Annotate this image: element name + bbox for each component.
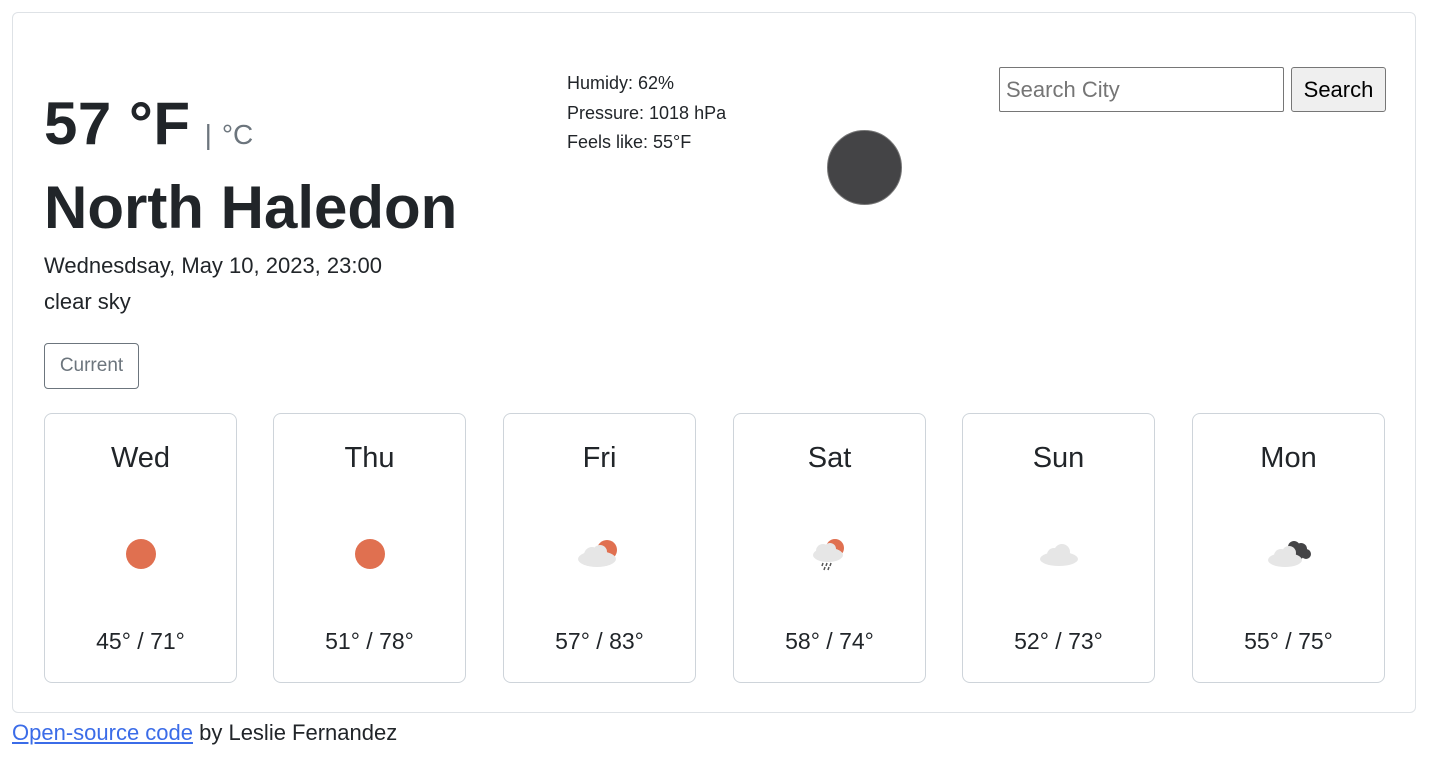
forecast-temp-range: 57° / 83°: [555, 628, 644, 654]
moon-icon: [827, 130, 902, 205]
search-button[interactable]: Search: [1291, 67, 1386, 112]
sun-icon: [354, 539, 385, 569]
open-source-link[interactable]: Open-source code: [12, 720, 193, 745]
forecast-card-sun: Sun 52° / 73°: [962, 413, 1155, 683]
cloud-icon: [1039, 544, 1078, 566]
forecast-temp-range: 51° / 78°: [325, 628, 414, 654]
forecast-day-label: Mon: [1260, 442, 1317, 474]
city-name: North Haledon: [44, 174, 458, 241]
forecast-temp-range: 55° / 75°: [1244, 628, 1333, 654]
forecast-temp-range: 52° / 73°: [1014, 628, 1103, 654]
weather-app-card: 57 °F | °C North Haledon Wednesdsay, May…: [12, 12, 1416, 713]
weather-stats: Humidy: 62% Pressure: 1018 hPa Feels lik…: [567, 69, 726, 158]
current-location-button[interactable]: Current: [44, 343, 139, 389]
forecast-card-wed: Wed 45° / 71°: [44, 413, 237, 683]
forecast-day-label: Thu: [344, 442, 395, 474]
rain-sun-cloud-icon: [812, 539, 844, 571]
footer-author-text: by Leslie Fernandez: [193, 720, 398, 745]
forecast-day-label: Sat: [807, 442, 852, 474]
forecast-row: Wed 45° / 71° Thu 51° / 78° Fri 57° / 83…: [44, 413, 1386, 683]
unit-separator: |: [204, 119, 212, 150]
humidity-text: Humidy: 62%: [567, 73, 675, 93]
broken-clouds-icon: [1267, 541, 1311, 567]
forecast-day-label: Wed: [110, 442, 171, 474]
search-city-input[interactable]: [999, 67, 1284, 112]
forecast-card-fri: Fri 57° / 83°: [503, 413, 696, 683]
partly-cloudy-icon: [577, 540, 617, 567]
forecast-card-sat: Sat 58° / 74°: [733, 413, 926, 683]
pressure-text: Pressure: 1018 hPa: [567, 102, 727, 123]
forecast-temp-range: 58° / 74°: [785, 628, 874, 654]
current-temperature: 57 °F: [44, 90, 191, 157]
current-date: Wednesdsay, May 10, 2023, 23:00: [44, 253, 382, 278]
sun-icon: [125, 539, 156, 569]
forecast-temp-range: 45° / 71°: [96, 628, 185, 654]
forecast-card-mon: Mon 55° / 75°: [1192, 413, 1385, 683]
weather-description: clear sky: [44, 289, 131, 314]
feels-like-text: Feels like: 55°F: [567, 132, 692, 152]
forecast-day-label: Fri: [582, 442, 617, 474]
temperature-row: 57 °F | °C: [44, 89, 253, 158]
forecast-day-label: Sun: [1032, 442, 1085, 474]
forecast-card-thu: Thu 51° / 78°: [273, 413, 466, 683]
celsius-toggle-link[interactable]: °C: [222, 119, 253, 151]
footer: Open-source code by Leslie Fernandez: [12, 720, 397, 746]
